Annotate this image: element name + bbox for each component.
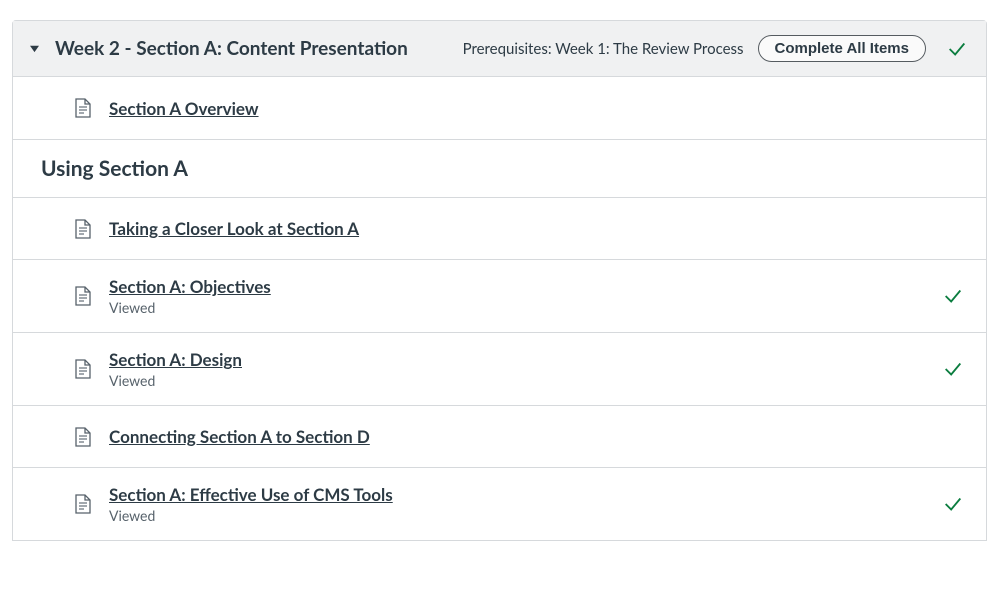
page-icon <box>73 359 93 379</box>
completed-check-icon <box>942 493 964 515</box>
module-item: Section A: Design Viewed <box>13 332 986 405</box>
module-item-link[interactable]: Section A: Effective Use of CMS Tools <box>109 484 393 505</box>
module-item-link[interactable]: Section A Overview <box>109 98 259 119</box>
module-item-link[interactable]: Section A: Design <box>109 349 242 370</box>
module-item-link[interactable]: Section A: Objectives <box>109 276 271 297</box>
module-item-body: Connecting Section A to Section D <box>109 426 964 447</box>
module-prerequisites: Prerequisites: Week 1: The Review Proces… <box>463 40 744 58</box>
module-item: Section A Overview <box>13 77 986 139</box>
module-item-body: Taking a Closer Look at Section A <box>109 218 964 239</box>
module-completed-check-icon <box>946 38 968 60</box>
module-item: Connecting Section A to Section D <box>13 405 986 467</box>
module-header: Week 2 - Section A: Content Presentation… <box>13 21 986 77</box>
module-item-body: Section A: Effective Use of CMS Tools Vie… <box>109 484 926 524</box>
module-item: Section A: Objectives Viewed <box>13 259 986 332</box>
collapse-toggle-icon[interactable] <box>27 42 41 56</box>
completed-check-icon <box>942 358 964 380</box>
module-item-body: Section A: Design Viewed <box>109 349 926 389</box>
page-icon <box>73 286 93 306</box>
module-item-body: Section A Overview <box>109 98 964 119</box>
page-icon <box>73 219 93 239</box>
module-title: Week 2 - Section A: Content Presentation <box>55 37 408 60</box>
page-icon <box>73 494 93 514</box>
module-item: Section A: Effective Use of CMS Tools Vie… <box>13 467 986 540</box>
module: Week 2 - Section A: Content Presentation… <box>12 20 987 541</box>
module-item-body: Section A: Objectives Viewed <box>109 276 926 316</box>
module-item-status: Viewed <box>109 299 926 316</box>
completed-check-icon <box>942 285 964 307</box>
complete-all-button[interactable]: Complete All Items <box>758 35 926 62</box>
module-item-status: Viewed <box>109 372 926 389</box>
module-item-status: Viewed <box>109 507 926 524</box>
module-item-link[interactable]: Connecting Section A to Section D <box>109 426 370 447</box>
module-item-link[interactable]: Taking a Closer Look at Section A <box>109 218 359 239</box>
module-subheader: Using Section A <box>13 139 986 197</box>
module-item: Taking a Closer Look at Section A <box>13 197 986 259</box>
page-icon <box>73 98 93 118</box>
page-icon <box>73 427 93 447</box>
